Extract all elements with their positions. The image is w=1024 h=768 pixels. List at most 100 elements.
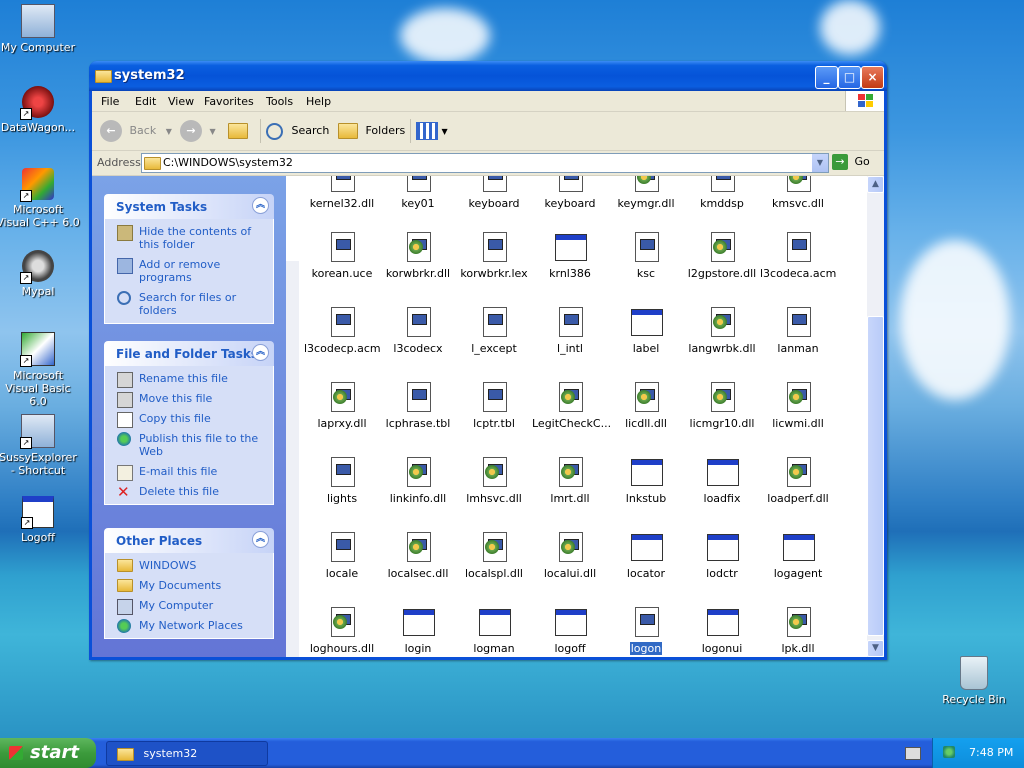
task-search-files[interactable]: Search for files or folders — [117, 291, 269, 317]
go-button[interactable]: → Go — [832, 154, 870, 170]
file-item[interactable]: kmsvc.dll — [760, 176, 836, 210]
place-windows[interactable]: WINDOWS — [117, 559, 269, 572]
file-item[interactable]: l3codecp.acm — [304, 307, 381, 355]
file-item[interactable]: label — [608, 307, 684, 355]
maximize-button[interactable]: □ — [838, 66, 861, 89]
file-item[interactable]: lanman — [760, 307, 836, 355]
file-item[interactable]: logoff — [532, 607, 608, 655]
desktop-icon-visual-cpp[interactable]: ↗ Microsoft Visual C++ 6.0 — [0, 168, 80, 229]
file-item[interactable]: krnl386 — [532, 232, 608, 280]
task-hide-folder-contents[interactable]: Hide the contents of this folder — [117, 225, 269, 251]
vertical-scrollbar[interactable]: ▲ ▼ — [867, 176, 884, 657]
forward-button[interactable]: → ▼ — [180, 119, 216, 143]
file-item[interactable]: l3codeca.acm — [760, 232, 836, 280]
file-item[interactable]: korwbrkr.dll — [380, 232, 456, 280]
file-item[interactable]: l_intl — [532, 307, 608, 355]
file-item[interactable]: logman — [456, 607, 532, 655]
file-item[interactable]: l2gpstore.dll — [684, 232, 760, 280]
menu-file[interactable]: File — [101, 95, 119, 108]
menu-favorites[interactable]: Favorites — [204, 95, 254, 108]
desktop-icon-recycle-bin[interactable]: Recycle Bin — [932, 656, 1016, 706]
file-item[interactable]: kernel32.dll — [304, 176, 380, 210]
close-button[interactable]: × — [861, 66, 884, 89]
menu-view[interactable]: View — [168, 95, 194, 108]
file-item[interactable]: LegitCheckC... — [532, 382, 611, 430]
file-item[interactable]: loadperf.dll — [760, 457, 836, 505]
place-my-network-places[interactable]: My Network Places — [117, 619, 269, 633]
address-dropdown-button[interactable]: ▼ — [812, 154, 828, 172]
pane-splitter[interactable] — [286, 261, 299, 657]
file-item[interactable]: lmrt.dll — [532, 457, 608, 505]
file-item[interactable]: logon — [608, 607, 684, 655]
task-add-remove-programs[interactable]: Add or remove programs — [117, 258, 269, 284]
file-item[interactable]: lmhsvc.dll — [456, 457, 532, 505]
desktop-icon-my-computer[interactable]: My Computer — [0, 4, 80, 54]
place-my-documents[interactable]: My Documents — [117, 579, 269, 592]
folders-button[interactable]: Folders — [338, 119, 405, 143]
file-item[interactable]: korwbrkr.lex — [456, 232, 532, 280]
scroll-down-button[interactable]: ▼ — [867, 640, 884, 657]
file-item[interactable]: linkinfo.dll — [380, 457, 456, 505]
collapse-chevron-icon[interactable]: ︽ — [252, 531, 269, 548]
place-my-computer[interactable]: My Computer — [117, 599, 269, 615]
file-item[interactable]: locator — [608, 532, 684, 580]
menu-edit[interactable]: Edit — [135, 95, 156, 108]
system-tasks-header[interactable]: System Tasks ︽ — [104, 194, 274, 219]
desktop-icon-visual-basic[interactable]: ↗ Microsoft Visual Basic 6.0 — [0, 332, 80, 408]
file-item[interactable]: login — [380, 607, 456, 655]
file-item[interactable]: localspl.dll — [456, 532, 532, 580]
file-item[interactable]: loghours.dll — [304, 607, 380, 655]
file-item[interactable]: licdll.dll — [608, 382, 684, 430]
search-button[interactable]: Search — [266, 119, 329, 143]
file-item[interactable]: locale — [304, 532, 380, 580]
up-folder-button[interactable] — [228, 119, 248, 143]
desktop-icon-logoff[interactable]: ↗ Logoff — [0, 496, 80, 544]
file-item[interactable]: lights — [304, 457, 380, 505]
collapse-chevron-icon[interactable]: ︽ — [252, 197, 269, 214]
file-item[interactable]: kmddsp — [684, 176, 760, 210]
clock[interactable]: 7:48 PM — [969, 746, 1013, 759]
task-email-file[interactable]: E-mail this file — [117, 465, 269, 481]
back-button[interactable]: ← Back ▼ — [100, 119, 172, 143]
file-item[interactable]: keymgr.dll — [608, 176, 684, 210]
keyboard-icon[interactable] — [905, 747, 921, 760]
file-item[interactable]: l_except — [456, 307, 532, 355]
file-item[interactable]: lodctr — [684, 532, 760, 580]
file-item[interactable]: logonui — [684, 607, 760, 655]
file-item[interactable]: licmgr10.dll — [684, 382, 760, 430]
file-item[interactable]: l3codecx — [380, 307, 456, 355]
other-places-header[interactable]: Other Places ︽ — [104, 528, 274, 553]
desktop-icon-mypal[interactable]: ↗ Mypal — [0, 250, 80, 298]
collapse-chevron-icon[interactable]: ︽ — [252, 344, 269, 361]
views-button[interactable]: ▼ — [416, 119, 448, 143]
file-folder-tasks-header[interactable]: File and Folder Tasks ︽ — [104, 341, 274, 366]
address-input[interactable]: C:\WINDOWS\system32 ▼ — [141, 153, 829, 173]
menu-help[interactable]: Help — [306, 95, 331, 108]
file-item[interactable]: localui.dll — [532, 532, 608, 580]
file-item[interactable]: korean.uce — [304, 232, 380, 280]
file-item[interactable]: lpk.dll — [760, 607, 836, 655]
file-item[interactable]: keyboard — [456, 176, 532, 210]
file-item[interactable]: localsec.dll — [380, 532, 456, 580]
title-bar[interactable]: system32 _ □ × — [89, 61, 887, 91]
task-copy-file[interactable]: Copy this file — [117, 412, 269, 428]
file-item[interactable]: langwrbk.dll — [684, 307, 760, 355]
file-item[interactable]: lcphrase.tbl — [380, 382, 456, 430]
desktop-icon-sussyexplorer[interactable]: ↗ SussyExplorer - Shortcut — [0, 414, 80, 477]
scroll-thumb[interactable] — [867, 316, 884, 636]
file-item[interactable]: laprxy.dll — [304, 382, 380, 430]
file-item[interactable]: loadfix — [684, 457, 760, 505]
file-item[interactable]: licwmi.dll — [760, 382, 836, 430]
file-item[interactable]: key01 — [380, 176, 456, 210]
network-tray-icon[interactable] — [943, 746, 955, 758]
task-delete-file[interactable]: ✕ Delete this file — [117, 485, 269, 500]
start-button[interactable]: start — [0, 738, 96, 768]
task-publish-web[interactable]: Publish this file to the Web — [117, 432, 269, 458]
desktop-icon-datawagon[interactable]: ↗ DataWagon... — [0, 86, 80, 134]
file-item[interactable]: ksc — [608, 232, 684, 280]
file-item[interactable]: lnkstub — [608, 457, 684, 505]
minimize-button[interactable]: _ — [815, 66, 838, 89]
scroll-up-button[interactable]: ▲ — [867, 176, 884, 193]
task-move-file[interactable]: Move this file — [117, 392, 269, 408]
task-rename-file[interactable]: Rename this file — [117, 372, 269, 388]
